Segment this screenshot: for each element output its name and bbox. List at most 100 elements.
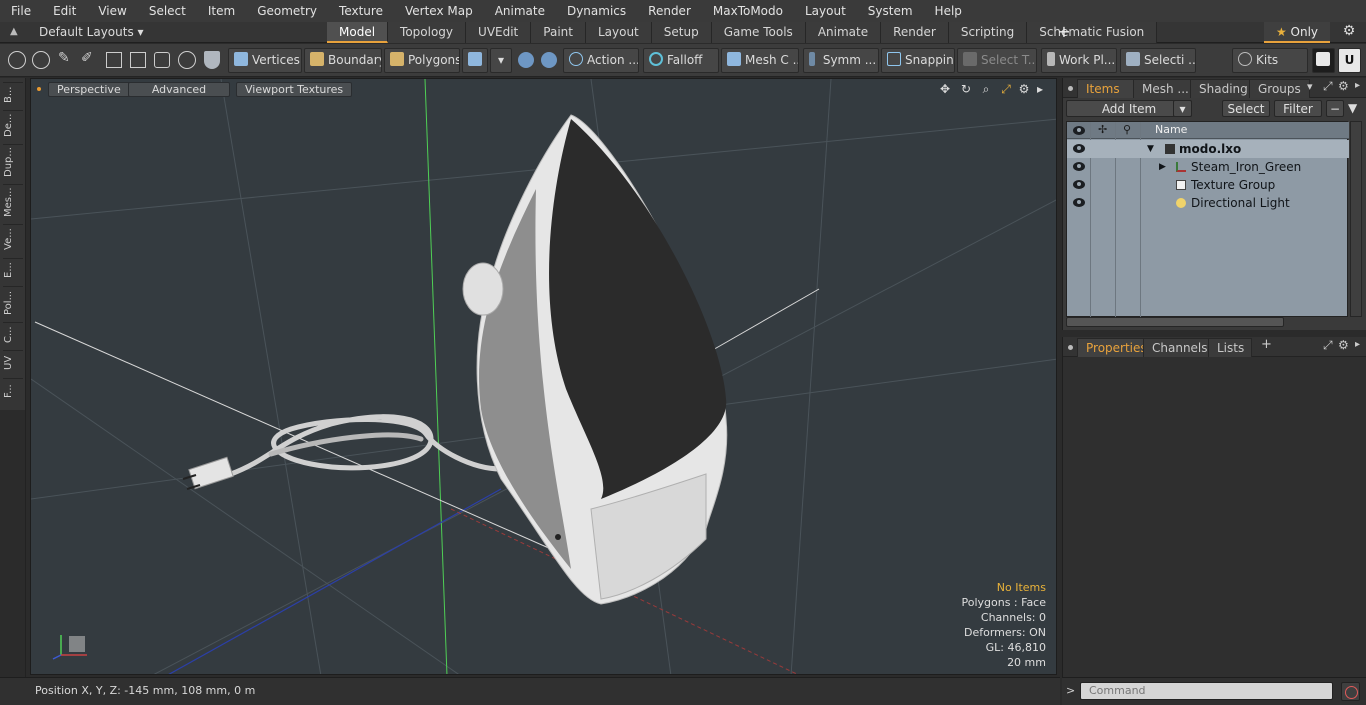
work-plane-button[interactable]: Work Pl... xyxy=(1041,48,1117,73)
items-horizontal-scrollbar[interactable] xyxy=(1066,317,1284,327)
brush-icon[interactable]: ✐ xyxy=(81,50,97,70)
gear-icon[interactable]: ⚙ xyxy=(1340,23,1358,41)
rotate-view-icon[interactable]: ↻ xyxy=(959,82,973,96)
tab-paint[interactable]: Paint xyxy=(531,22,586,43)
menu-edit[interactable]: Edit xyxy=(42,0,87,22)
tab-channels[interactable]: Channels xyxy=(1143,338,1217,357)
tab-uvedit[interactable]: UVEdit xyxy=(466,22,532,43)
strip-tab-mesh[interactable]: Mes... xyxy=(3,184,23,220)
symmetry-button[interactable]: Symm ... xyxy=(803,48,879,73)
menu-maxtomodo[interactable]: MaxToModo xyxy=(702,0,794,22)
strip-tab-curve[interactable]: C... xyxy=(3,322,23,346)
tab-setup[interactable]: Setup xyxy=(651,22,712,43)
layout-up-icon[interactable]: ▲ xyxy=(10,25,20,39)
menu-geometry[interactable]: Geometry xyxy=(246,0,328,22)
menu-vertex-map[interactable]: Vertex Map xyxy=(394,0,484,22)
zoom-view-icon[interactable]: ⌕ xyxy=(979,82,993,96)
modo-cube-button[interactable] xyxy=(1312,48,1335,73)
tab-lists[interactable]: Lists xyxy=(1208,338,1252,357)
unreal-button[interactable]: U xyxy=(1338,48,1361,73)
snapping-button[interactable]: Snapping xyxy=(881,48,955,73)
strip-tab-edge[interactable]: E... xyxy=(3,258,23,282)
kits-button[interactable]: Kits xyxy=(1232,48,1308,73)
menu-view[interactable]: View xyxy=(87,0,137,22)
name-column-header[interactable]: Name xyxy=(1155,123,1187,136)
strip-tab-basic[interactable]: B... xyxy=(3,82,23,106)
strip-tab-vertex[interactable]: Ve... xyxy=(3,224,23,254)
tree-row-directional-light[interactable]: Directional Light xyxy=(1067,194,1349,212)
panel-more-icon[interactable]: ▸ xyxy=(1355,80,1360,91)
tab-model[interactable]: Model xyxy=(327,22,389,43)
align-icon[interactable] xyxy=(106,52,122,68)
advanced-button[interactable]: Advanced xyxy=(128,82,230,97)
mesh-constraint-button[interactable]: Mesh C ... xyxy=(721,48,799,73)
strip-tab-uv[interactable]: UV xyxy=(3,350,23,374)
element-select-2-icon[interactable] xyxy=(541,52,557,68)
select-through-button[interactable]: Select T... xyxy=(957,48,1037,73)
tab-render[interactable]: Render xyxy=(881,22,949,43)
tab-layout[interactable]: Layout xyxy=(585,22,652,43)
eye-icon[interactable] xyxy=(1073,180,1085,189)
menu-help[interactable]: Help xyxy=(924,0,973,22)
strip-tab-fusion[interactable]: F... xyxy=(3,378,23,404)
tree-row-modo-lxo[interactable]: ▼ modo.lxo xyxy=(1067,140,1349,158)
pen-icon[interactable]: ✎ xyxy=(58,50,72,70)
selection-sets-button[interactable]: Selecti ... xyxy=(1120,48,1196,73)
shield-icon[interactable] xyxy=(204,51,220,69)
panel-expand-icon[interactable]: ⤢ xyxy=(1323,79,1333,94)
panel-more-icon[interactable]: ▸ xyxy=(1355,339,1360,350)
item-mode-button[interactable] xyxy=(462,48,488,73)
tab-groups[interactable]: Groups xyxy=(1249,79,1310,98)
3d-viewport[interactable]: Perspective Advanced Viewport Textures ✥… xyxy=(30,78,1057,675)
eye-icon[interactable] xyxy=(1073,162,1085,171)
tab-schematic-fusion[interactable]: Schematic Fusion xyxy=(1027,22,1158,43)
menu-dynamics[interactable]: Dynamics xyxy=(556,0,637,22)
tab-mesh[interactable]: Mesh ... xyxy=(1133,79,1198,98)
menu-texture[interactable]: Texture xyxy=(328,0,394,22)
tab-scripting[interactable]: Scripting xyxy=(948,22,1028,43)
strip-tab-deform[interactable]: De... xyxy=(3,110,23,140)
command-history-icon[interactable]: > xyxy=(1066,684,1075,697)
maximize-view-icon[interactable]: ⤢ xyxy=(999,82,1013,96)
layout-selector[interactable]: Default Layouts ▾ xyxy=(39,22,144,43)
panel-menu-dot[interactable] xyxy=(1068,86,1073,91)
command-input[interactable]: Command xyxy=(1080,682,1333,700)
panel-expand-icon[interactable]: ⤢ xyxy=(1323,338,1333,353)
eye-icon[interactable] xyxy=(1073,144,1085,153)
add-tab-icon[interactable]: + xyxy=(1056,22,1072,43)
add-tab-icon[interactable]: + xyxy=(1261,337,1272,352)
add-item-dropdown[interactable]: ▾ xyxy=(1173,100,1192,117)
panel-menu-dot[interactable] xyxy=(1068,345,1073,350)
menu-animate[interactable]: Animate xyxy=(484,0,556,22)
viewport-settings-icon[interactable]: ⚙ xyxy=(1017,82,1031,96)
menu-layout[interactable]: Layout xyxy=(794,0,857,22)
items-vertical-scrollbar[interactable] xyxy=(1350,121,1362,317)
tabs-dropdown-icon[interactable]: ▾ xyxy=(1307,80,1313,93)
panel-gear-icon[interactable]: ⚙ xyxy=(1338,79,1349,93)
tab-shading[interactable]: Shading xyxy=(1190,79,1257,98)
tab-game-tools[interactable]: Game Tools xyxy=(711,22,806,43)
viewport-menu-dot[interactable] xyxy=(37,87,41,91)
action-center-button[interactable]: Action ... xyxy=(563,48,639,73)
perspective-button[interactable]: Perspective xyxy=(48,82,130,97)
tab-animate[interactable]: Animate xyxy=(805,22,882,43)
mode-dropdown[interactable]: ▾ xyxy=(490,48,512,73)
menu-item[interactable]: Item xyxy=(197,0,246,22)
strip-tab-duplicate[interactable]: Dup... xyxy=(3,144,23,180)
record-macro-icon[interactable] xyxy=(1341,682,1360,701)
circle-select-icon[interactable] xyxy=(8,51,26,69)
center-icon[interactable] xyxy=(130,52,146,68)
strip-tab-polygon[interactable]: Pol... xyxy=(3,286,23,318)
expand-arrow-icon[interactable]: ▶ xyxy=(1159,158,1166,176)
menu-file[interactable]: File xyxy=(0,0,42,22)
funnel-icon[interactable]: ▼ xyxy=(1348,101,1362,116)
tree-row-texture-group[interactable]: Texture Group xyxy=(1067,176,1349,194)
globe-icon[interactable] xyxy=(32,51,50,69)
tab-items[interactable]: Items xyxy=(1077,79,1139,98)
panel-gear-icon[interactable]: ⚙ xyxy=(1338,338,1349,352)
eye-icon[interactable] xyxy=(1073,198,1085,207)
polygons-button[interactable]: Polygons xyxy=(384,48,460,73)
boundary-button[interactable]: Boundary xyxy=(304,48,382,73)
viewport-textures-button[interactable]: Viewport Textures xyxy=(236,82,353,97)
tree-row-steam-iron[interactable]: ▶ Steam_Iron_Green xyxy=(1067,158,1349,176)
